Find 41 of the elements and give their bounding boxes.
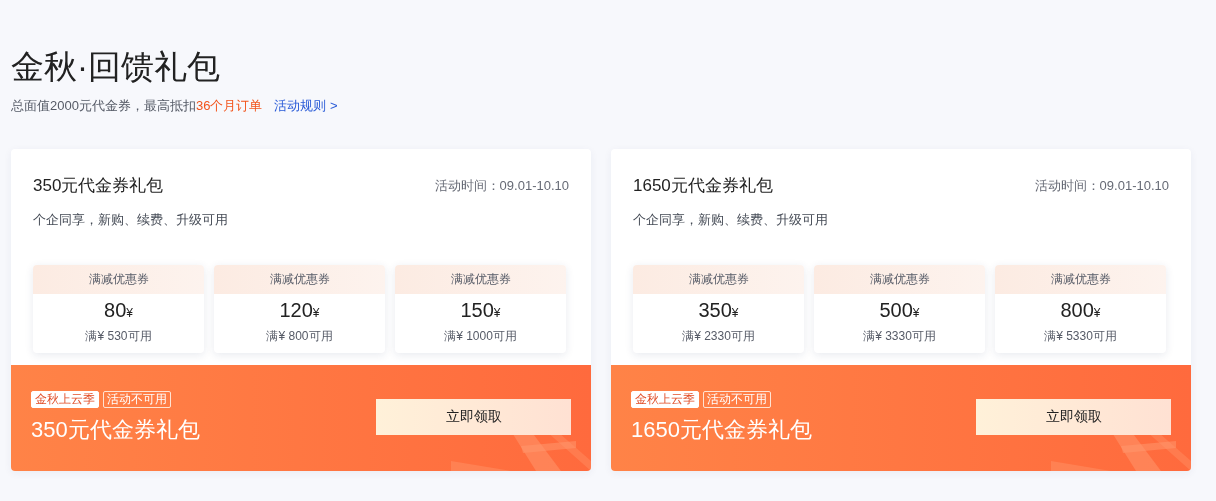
coupon-condition: 满¥ 530可用 [85,327,152,345]
activity-period: 活动时间：09.01-10.10 [434,176,569,195]
coupon-amount: 800 [1060,298,1094,321]
coupon-amount: 350 [698,298,732,321]
currency-sign: ¥ [731,305,739,321]
coupon-amount: 500 [879,298,913,321]
coupon-type: 满减优惠券 [88,271,149,288]
banner-title: 350元代金券礼包 [31,416,200,444]
claim-button[interactable]: 立即领取 [976,398,1171,435]
currency-sign: ¥ [912,305,920,321]
rules-link[interactable]: 活动规则 > [274,96,338,116]
coupon-condition: 满¥ 3330可用 [863,327,936,345]
package-description: 个企同享，新购、续费、升级可用 [33,211,229,229]
page-title: 金秋·回馈礼包 [11,47,221,87]
subtitle-text: 总面值2000元代金券，最高抵扣36个月订单 [11,97,263,115]
coupon-type: 满减优惠券 [869,271,930,288]
promo-tag: 活动不可用 [103,391,171,408]
coupon-type: 满减优惠券 [269,271,330,288]
coupon-condition: 满¥ 2330可用 [682,327,755,345]
coupon-amount: 150 [460,298,494,321]
promo-tag: 金秋上云季 [31,391,99,408]
package-title: 350元代金券礼包 [33,174,164,197]
coupon-type: 满减优惠券 [450,271,511,288]
promo-tag: 活动不可用 [703,391,771,408]
claim-button[interactable]: 立即领取 [376,398,571,435]
coupon-amount: 120 [279,298,313,321]
package-description: 个企同享，新购、续费、升级可用 [633,211,829,229]
coupon-condition: 满¥ 5330可用 [1044,327,1117,345]
coupon-type: 满减优惠券 [1050,271,1111,288]
currency-sign: ¥ [126,305,133,321]
coupon-condition: 满¥ 800可用 [266,327,333,345]
currency-sign: ¥ [1093,305,1101,321]
coupon-type: 满减优惠券 [688,271,749,288]
activity-period: 活动时间：09.01-10.10 [1034,176,1169,195]
promo-tag: 金秋上云季 [631,391,699,408]
currency-sign: ¥ [312,305,320,321]
coupon-condition: 满¥ 1000可用 [444,327,517,345]
package-title: 1650元代金券礼包 [633,174,773,197]
coupon-amount: 80 [104,298,127,321]
banner-title: 1650元代金券礼包 [631,416,812,444]
currency-sign: ¥ [493,305,501,321]
